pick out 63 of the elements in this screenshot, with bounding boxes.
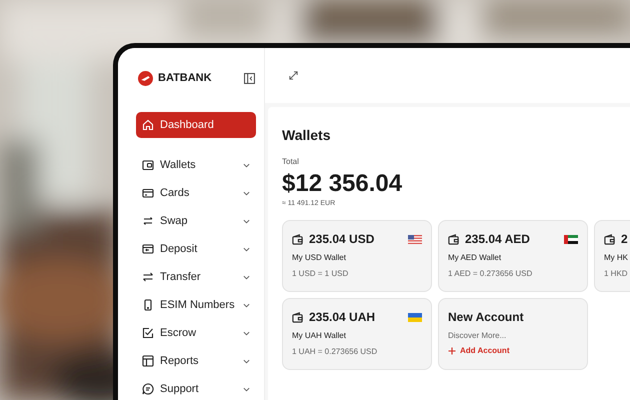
wallet-card[interactable]: 235.04 UAH My UAH Wallet 1 UAH = 0.273656 USD	[282, 298, 432, 370]
exchange-rate: 1 USD = 1 USD	[292, 269, 350, 278]
nav-item[interactable]: Swap	[136, 208, 256, 234]
nav-item[interactable]: Escrow	[136, 320, 256, 346]
card-icon	[142, 187, 154, 199]
wallet-balance: 235.04 UAH	[309, 310, 376, 324]
wallet-icon	[142, 159, 154, 171]
nav-item[interactable]: Support	[136, 376, 256, 400]
plus-icon	[448, 346, 456, 354]
add-account-link[interactable]: Add Account	[448, 346, 510, 355]
nav-item[interactable]: Wallets	[136, 152, 256, 178]
expand-icon[interactable]	[288, 70, 299, 81]
exchange-rate: 1 HKD	[604, 269, 629, 278]
nav-item[interactable]: ESIM Numbers	[136, 292, 256, 318]
card-title: New Account	[448, 310, 525, 324]
chevron-down-icon	[243, 330, 250, 336]
wallet-icon	[604, 234, 615, 244]
wallet-name: My UAH Wallet	[292, 331, 347, 340]
wallet-card[interactable]: 2 My HK 1 HKD	[594, 220, 630, 292]
page-title: Wallets	[282, 127, 332, 143]
total-label: Total	[282, 157, 300, 166]
chevron-down-icon	[243, 218, 250, 224]
nav-item[interactable]: Transfer	[136, 264, 256, 290]
deposit-icon	[142, 243, 154, 255]
checkbox-icon	[142, 327, 154, 339]
chevron-down-icon	[243, 386, 250, 392]
wallet-balance: 2	[621, 232, 629, 246]
flag-icon	[408, 312, 422, 322]
total-amount: $12 356.04	[282, 170, 404, 198]
exchange-rate: 1 UAH = 0.273656 USD	[292, 347, 378, 356]
swap-icon	[142, 215, 154, 227]
wallet-icon	[292, 234, 303, 244]
wallet-balance: 235.04 USD	[309, 232, 376, 246]
chevron-down-icon	[243, 190, 250, 196]
flag-icon	[408, 234, 422, 244]
chevron-down-icon	[243, 358, 250, 364]
wallet-name: My HK	[604, 253, 629, 262]
nav-item[interactable]: Reports	[136, 348, 256, 374]
nav-item[interactable]: Deposit	[136, 236, 256, 262]
transfer-icon	[142, 271, 154, 283]
chat-icon	[142, 383, 154, 395]
wallet-card[interactable]: 235.04 USD My USD Wallet 1 USD = 1 USD	[282, 220, 432, 292]
home-icon	[142, 119, 154, 131]
exchange-rate: 1 AED = 0.273656 USD	[448, 269, 534, 278]
logo-icon	[138, 70, 153, 86]
brand-name: BATBANK	[158, 72, 213, 84]
flag-icon	[564, 234, 578, 244]
table-icon	[142, 355, 154, 367]
wallet-name: My USD Wallet	[292, 253, 347, 262]
wallet-icon	[292, 312, 303, 322]
card-subtitle: Discover More...	[448, 331, 508, 340]
wallet-name: My AED Wallet	[448, 253, 502, 262]
wallet-card[interactable]: 235.04 AED My AED Wallet 1 AED = 0.273656 USD	[438, 220, 588, 292]
nav-item[interactable]: Dashboard	[136, 112, 256, 138]
nav-item[interactable]: Cards	[136, 180, 256, 206]
phone-icon	[142, 299, 154, 311]
wallet-icon	[448, 234, 459, 244]
chevron-down-icon	[243, 246, 250, 252]
chevron-down-icon	[243, 302, 250, 308]
chevron-down-icon	[243, 274, 250, 280]
sidebar-toggle-icon[interactable]	[244, 72, 255, 84]
wallet-balance: 235.04 AED	[465, 232, 531, 246]
chevron-down-icon	[243, 162, 250, 168]
